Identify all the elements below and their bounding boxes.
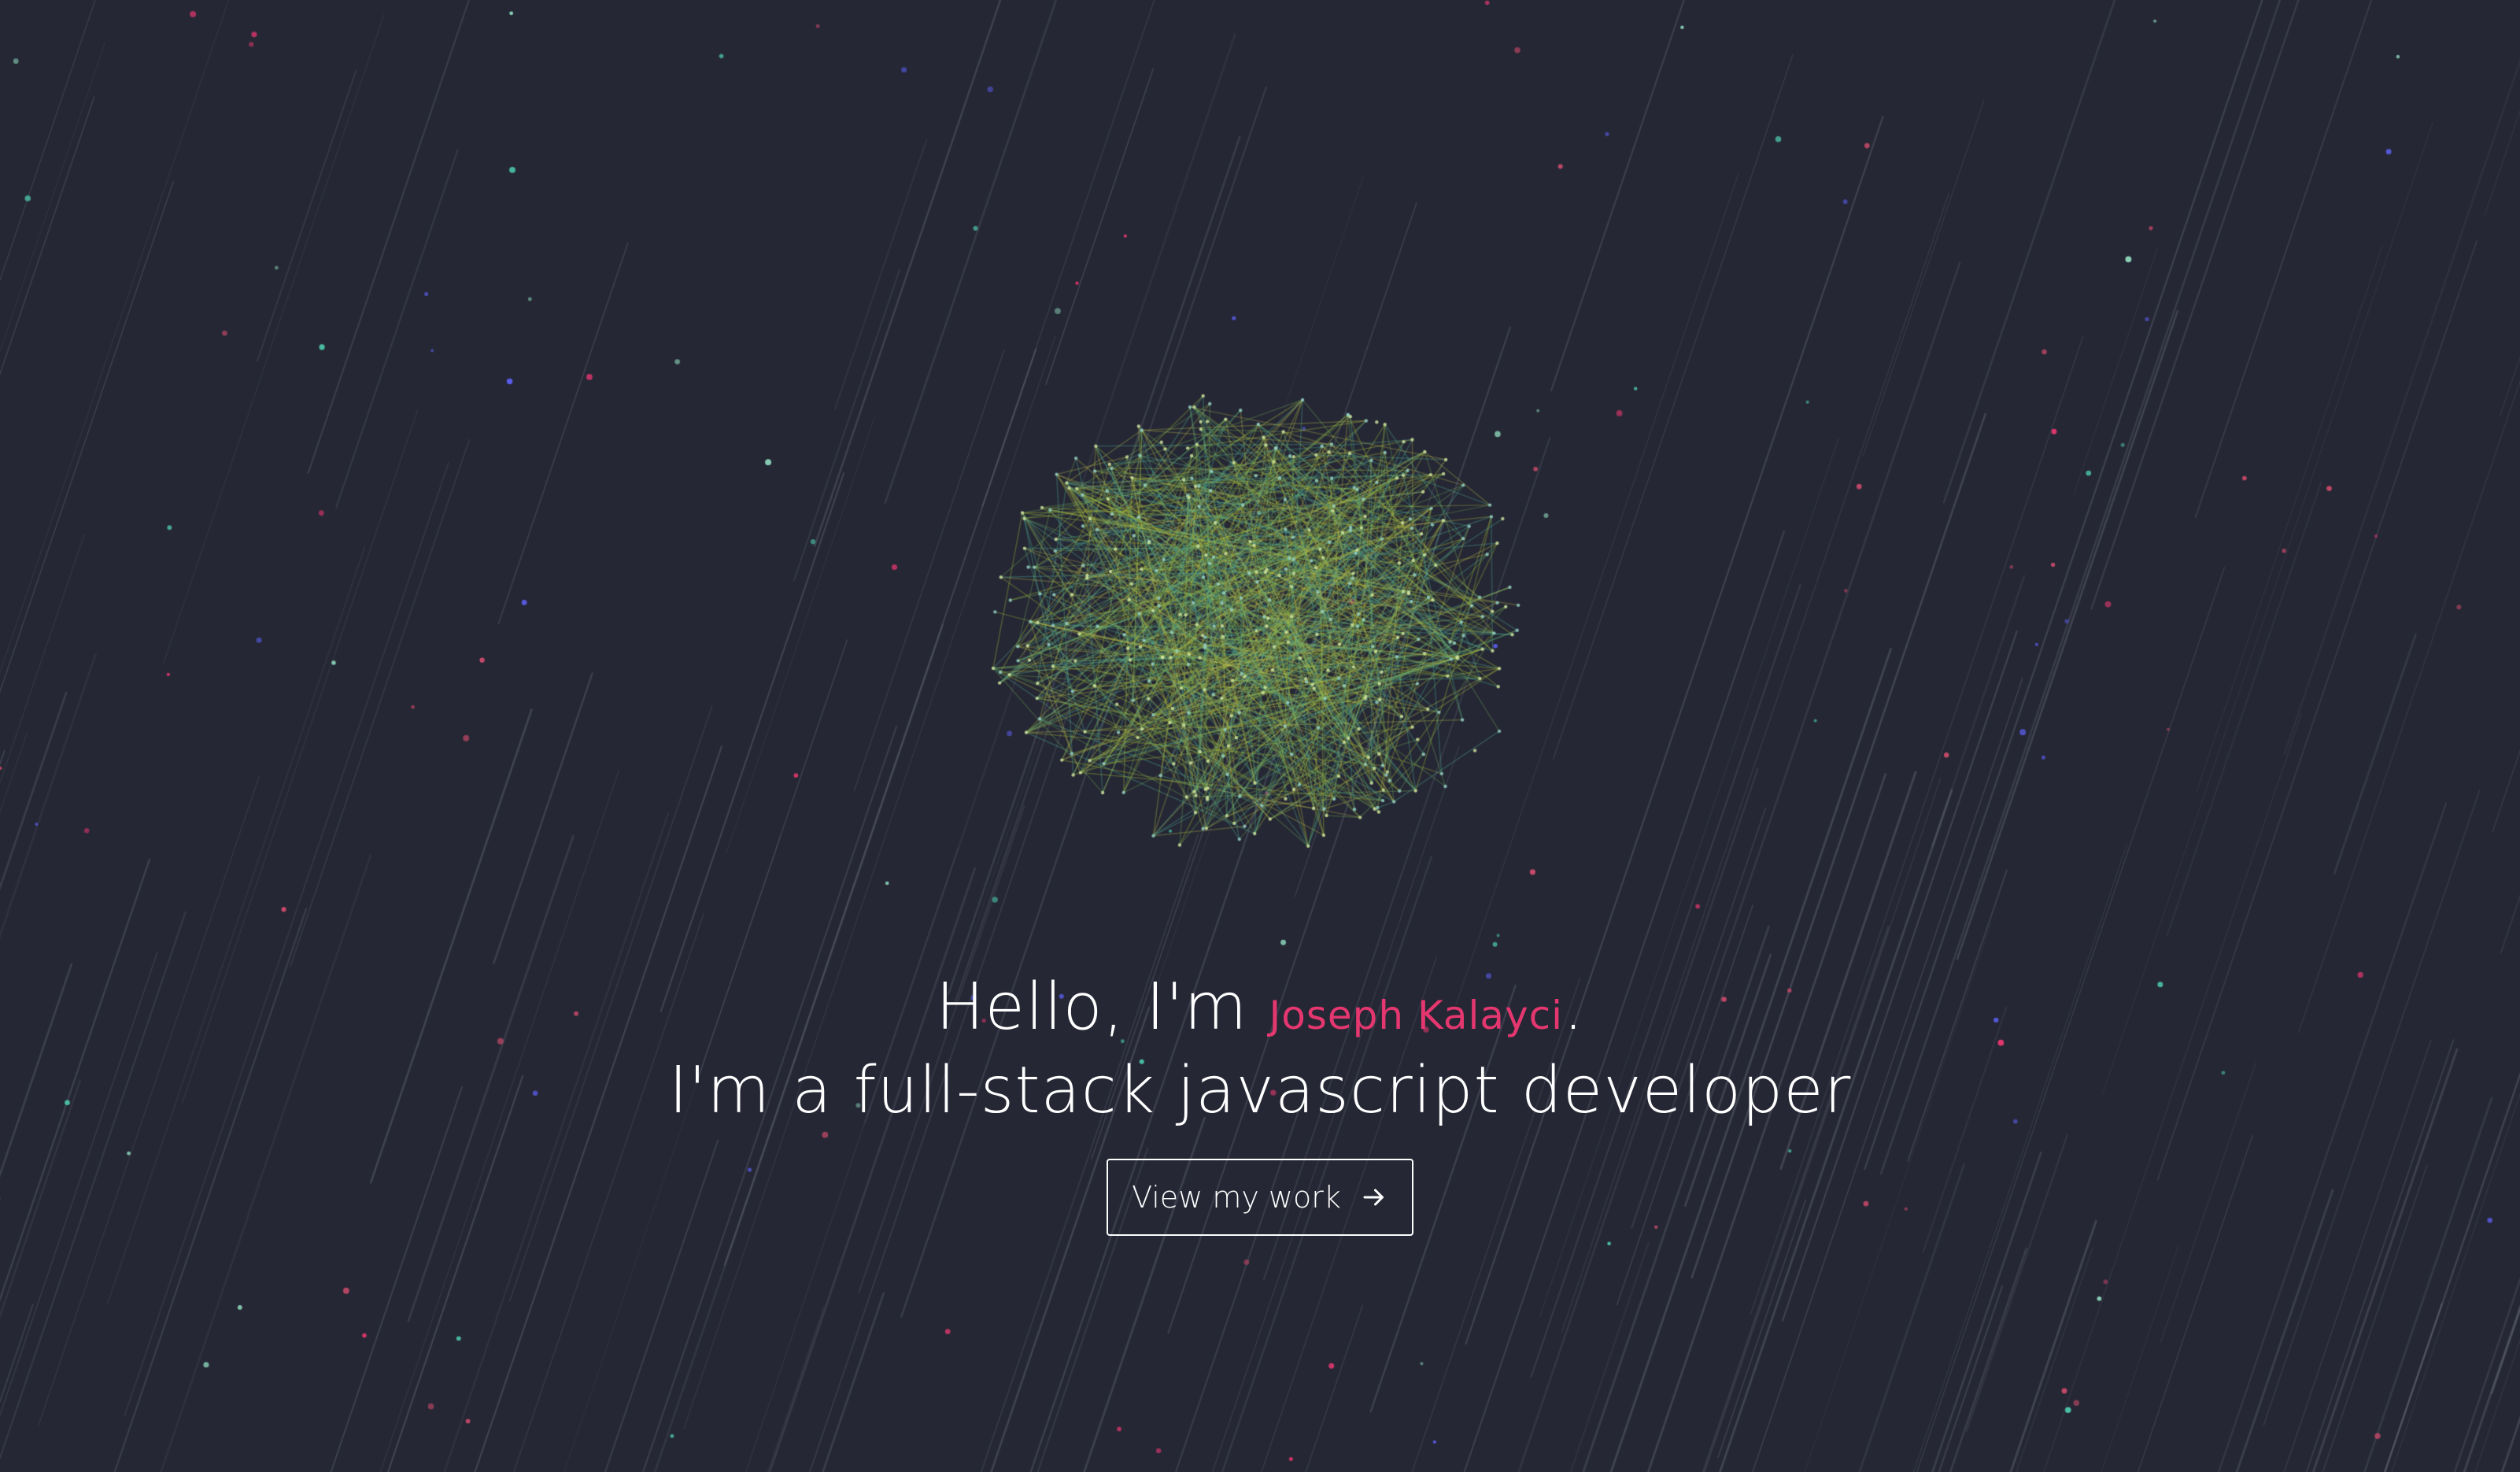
view-my-work-button[interactable]: View my work	[1107, 1159, 1413, 1236]
cta-container: View my work	[0, 1159, 2520, 1236]
view-my-work-label: View my work	[1132, 1180, 1341, 1215]
hero-section: Hello, I'm Joseph Kalayci. I'm a full-st…	[0, 0, 2520, 1472]
hero-heading: Hello, I'm Joseph Kalayci. I'm a full-st…	[0, 970, 2520, 1129]
arrow-right-icon	[1363, 1189, 1384, 1206]
greeting-text: Hello, I'm	[935, 970, 1248, 1045]
tagline: I'm a full-stack javascript developer	[668, 1053, 1852, 1128]
greeting-line: Hello, I'm Joseph Kalayci.	[0, 970, 2520, 1053]
name-period: .	[1563, 970, 1585, 1045]
author-name: Joseph Kalayci	[1269, 993, 1564, 1038]
particle-background-animation	[0, 0, 2520, 1472]
